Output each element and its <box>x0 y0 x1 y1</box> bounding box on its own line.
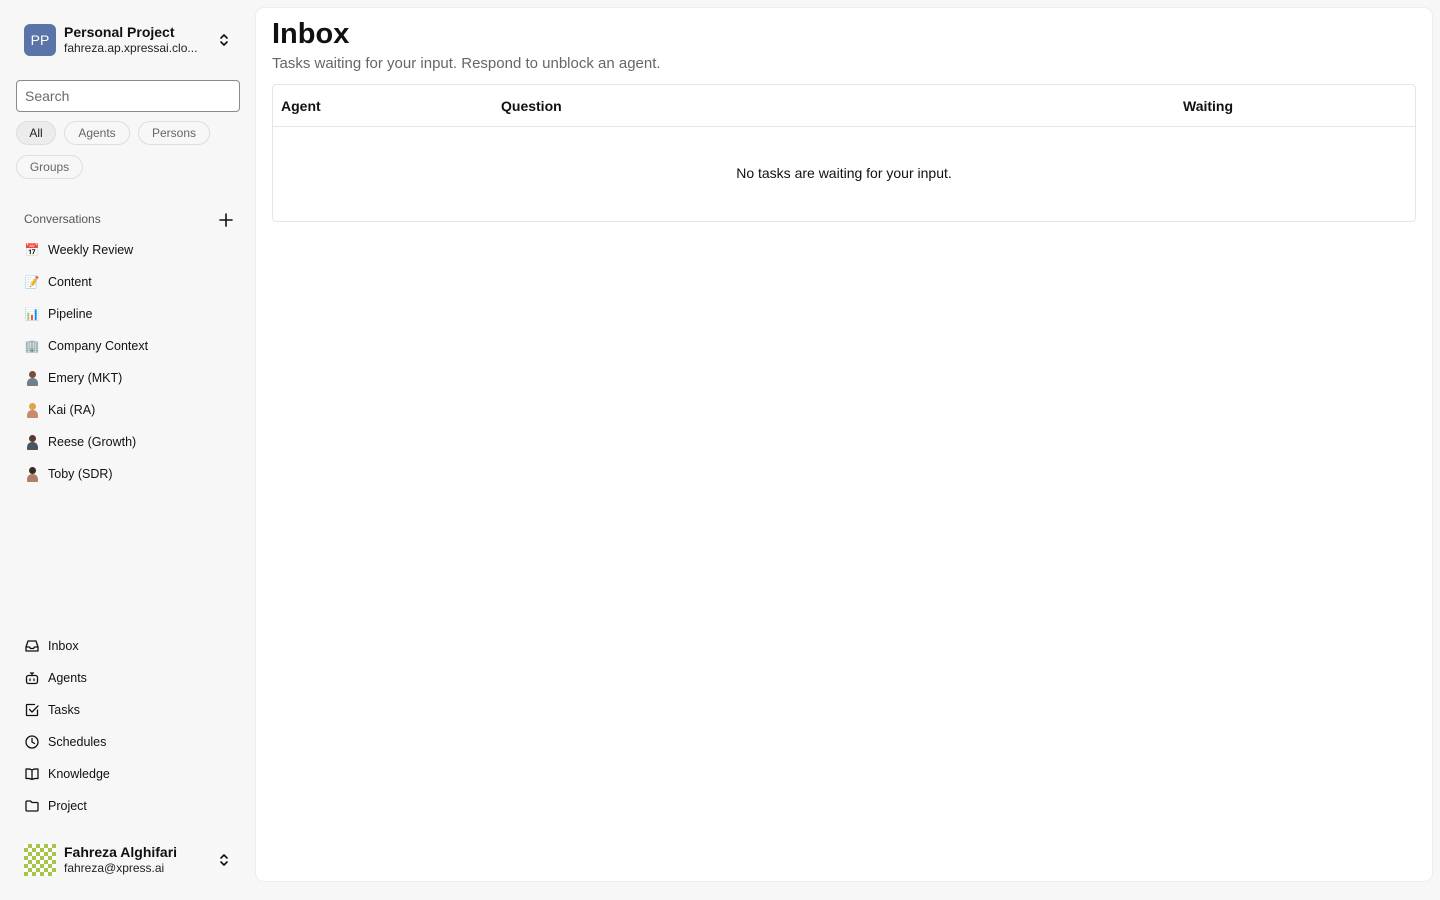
user-name: Fahreza Alghifari <box>64 844 178 860</box>
plus-icon[interactable] <box>218 212 234 228</box>
column-header-agent[interactable]: Agent <box>281 98 321 114</box>
empty-state-message: No tasks are waiting for your input. <box>736 165 952 181</box>
column-header-question[interactable]: Question <box>501 98 562 114</box>
person-avatar-icon <box>24 402 40 418</box>
nav-label: Agents <box>48 671 87 685</box>
sidebar: PP Personal Project fahreza.ap.xpressai.… <box>0 0 256 900</box>
filter-chip-all[interactable]: All <box>16 121 56 145</box>
conversation-item-pipeline[interactable]: 📊 Pipeline <box>16 300 240 328</box>
conversation-item-weekly-review[interactable]: 📅 Weekly Review <box>16 236 240 264</box>
person-avatar-icon <box>24 466 40 482</box>
checkbox-icon <box>25 703 39 717</box>
project-subtitle: fahreza.ap.xpressai.clo... <box>64 41 198 55</box>
memo-emoji-icon: 📝 <box>24 275 40 289</box>
conversation-label: Reese (Growth) <box>48 435 137 449</box>
column-header-waiting[interactable]: Waiting <box>1183 98 1233 114</box>
person-avatar-icon <box>24 434 40 450</box>
nav-label: Knowledge <box>48 767 110 781</box>
folder-icon <box>25 800 39 812</box>
nav-item-agents[interactable]: Agents <box>16 664 240 692</box>
user-email: fahreza@xpress.ai <box>64 861 165 875</box>
page-title: Inbox <box>272 18 350 50</box>
nav-label: Schedules <box>48 735 107 749</box>
book-icon <box>25 768 39 781</box>
project-name: Personal Project <box>64 24 175 40</box>
main-panel: Inbox Tasks waiting for your input. Resp… <box>256 8 1432 881</box>
conversation-label: Toby (SDR) <box>48 467 113 481</box>
conversation-label: Kai (RA) <box>48 403 96 417</box>
conversation-label: Pipeline <box>48 307 93 321</box>
nav-label: Tasks <box>48 703 80 717</box>
nav-item-inbox[interactable]: Inbox <box>16 632 240 660</box>
conversation-label: Weekly Review <box>48 243 134 257</box>
bot-icon <box>25 672 39 685</box>
conversation-label: Content <box>48 275 92 289</box>
table-header: Agent Question Waiting <box>273 85 1415 127</box>
conversation-label: Company Context <box>48 339 149 353</box>
search-input[interactable] <box>16 80 240 112</box>
person-avatar-icon <box>24 370 40 386</box>
page-subtitle: Tasks waiting for your input. Respond to… <box>272 55 661 72</box>
conversation-item-content[interactable]: 📝 Content <box>16 268 240 296</box>
conversation-item-kai[interactable]: Kai (RA) <box>16 396 240 424</box>
project-switcher[interactable]: PP Personal Project fahreza.ap.xpressai.… <box>24 24 240 56</box>
nav-item-tasks[interactable]: Tasks <box>16 696 240 724</box>
conversation-item-toby[interactable]: Toby (SDR) <box>16 460 240 488</box>
inbox-table: Agent Question Waiting No tasks are wait… <box>272 84 1416 222</box>
user-switcher[interactable]: Fahreza Alghifari fahreza@xpress.ai <box>24 844 240 876</box>
clock-icon <box>25 735 39 749</box>
conversation-item-reese[interactable]: Reese (Growth) <box>16 428 240 456</box>
inbox-icon <box>25 640 39 652</box>
chevrons-up-down-icon[interactable] <box>216 32 232 48</box>
nav-item-project[interactable]: Project <box>16 792 240 820</box>
conversation-item-company-context[interactable]: 🏢 Company Context <box>16 332 240 360</box>
filter-chip-persons[interactable]: Persons <box>138 121 210 145</box>
conversation-item-emery[interactable]: Emery (MKT) <box>16 364 240 392</box>
chevrons-up-down-icon[interactable] <box>216 852 232 868</box>
filter-chip-agents[interactable]: Agents <box>64 121 130 145</box>
nav-item-schedules[interactable]: Schedules <box>16 728 240 756</box>
nav-item-knowledge[interactable]: Knowledge <box>16 760 240 788</box>
office-building-emoji-icon: 🏢 <box>24 339 40 353</box>
bar-chart-emoji-icon: 📊 <box>24 307 40 321</box>
conversations-heading: Conversations <box>24 212 101 226</box>
conversation-label: Emery (MKT) <box>48 371 123 385</box>
project-avatar: PP <box>24 24 56 56</box>
nav-label: Project <box>48 799 87 813</box>
user-avatar <box>24 844 56 876</box>
filter-chip-groups[interactable]: Groups <box>16 155 83 179</box>
nav-label: Inbox <box>48 639 79 653</box>
calendar-emoji-icon: 📅 <box>24 243 40 257</box>
